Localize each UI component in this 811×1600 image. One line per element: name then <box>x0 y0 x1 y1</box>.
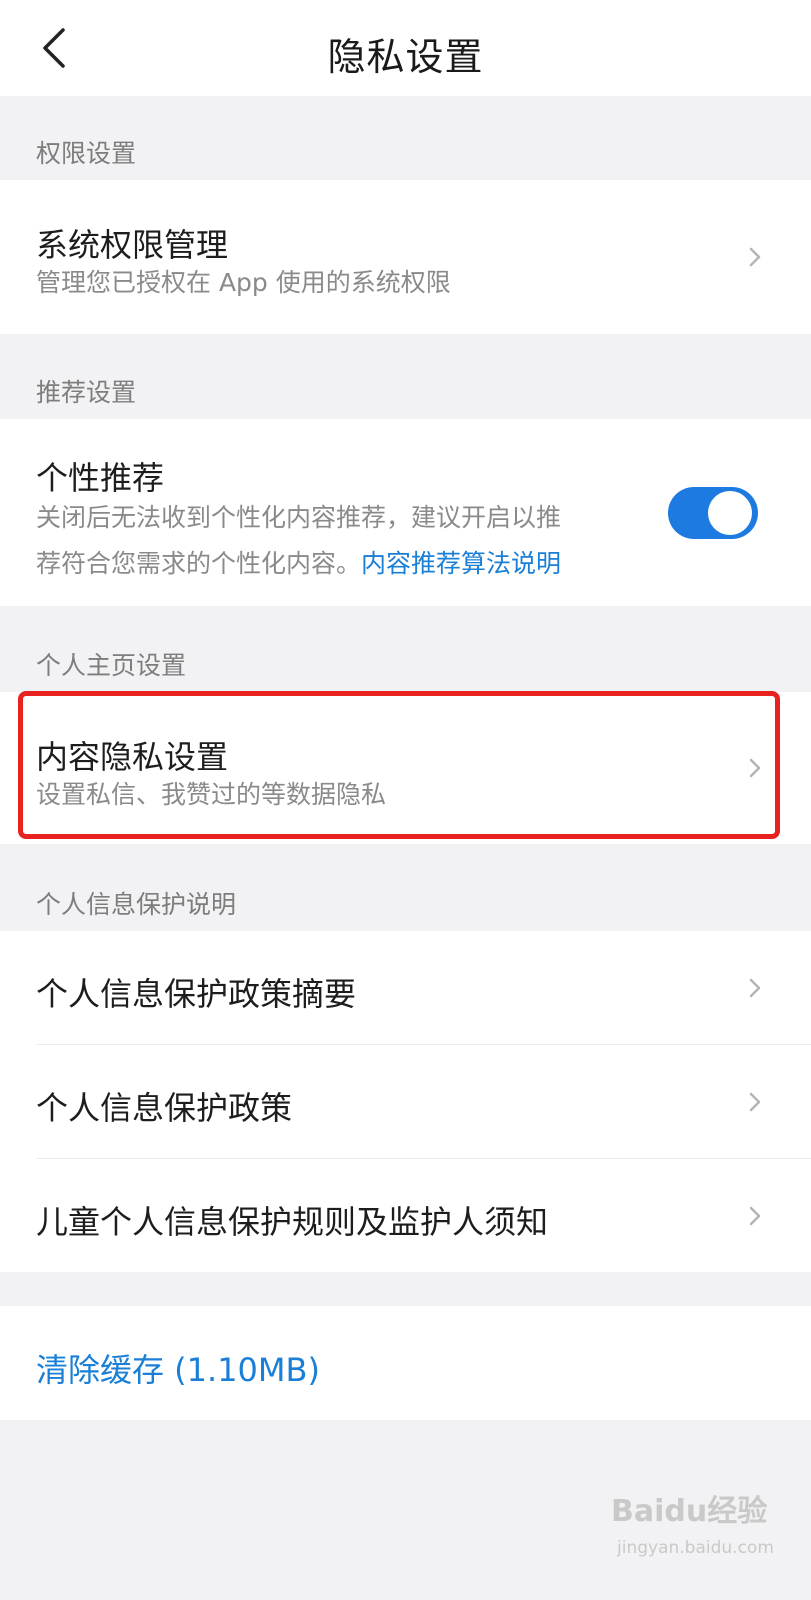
top-bar: 隐私设置 <box>0 0 811 96</box>
baidu-watermark: Baidu经验 jingyan.baidu.com <box>611 1486 791 1582</box>
chevron-right-icon <box>749 978 761 998</box>
section-label-info-protection: 个人信息保护说明 <box>36 890 237 919</box>
section-label-homepage: 个人主页设置 <box>36 651 187 680</box>
highlight-annotation-box <box>18 691 780 839</box>
row-subtitle: 管理您已授权在 App 使用的系统权限 <box>36 268 451 297</box>
toggle-knob <box>708 491 752 535</box>
section-label-permissions: 权限设置 <box>36 139 137 168</box>
personalized-recommendation-desc-line2: 荐符合您需求的个性化内容。内容推荐算法说明 <box>36 541 561 587</box>
chevron-right-icon <box>749 1092 761 1112</box>
personalized-recommendation-toggle[interactable] <box>668 487 758 539</box>
watermark-brand: Baidu经验 <box>611 1494 768 1529</box>
row-title: 儿童个人信息保护规则及监护人须知 <box>36 1203 549 1241</box>
personalized-recommendation-title: 个性推荐 <box>36 459 165 497</box>
privacy-policy-row[interactable]: 个人信息保护政策 <box>0 1045 811 1158</box>
row-title: 个人信息保护政策摘要 <box>36 975 357 1013</box>
page-title: 隐私设置 <box>327 35 484 79</box>
row-title: 个人信息保护政策 <box>36 1089 293 1127</box>
chevron-right-icon <box>749 247 761 267</box>
children-protection-row[interactable]: 儿童个人信息保护规则及监护人须知 <box>0 1159 811 1272</box>
policy-summary-row[interactable]: 个人信息保护政策摘要 <box>0 931 811 1044</box>
clear-cache-button[interactable]: 清除缓存 (1.10MB) <box>36 1345 320 1391</box>
watermark-url: jingyan.baidu.com <box>617 1538 774 1558</box>
card-permissions: 系统权限管理 管理您已授权在 App 使用的系统权限 <box>0 180 811 334</box>
algorithm-explanation-link[interactable]: 内容推荐算法说明 <box>361 549 561 578</box>
chevron-right-icon <box>749 1206 761 1226</box>
card-info-protection: 个人信息保护政策摘要 个人信息保护政策 儿童个人信息保护规则及监护人须知 <box>0 931 811 1272</box>
section-label-recommendation: 推荐设置 <box>36 378 137 407</box>
personalized-recommendation-desc-line1: 关闭后无法收到个性化内容推荐，建议开启以推 <box>36 503 562 532</box>
system-permission-row[interactable]: 系统权限管理 管理您已授权在 App 使用的系统权限 <box>0 180 811 334</box>
desc-text: 荐符合您需求的个性化内容。 <box>36 549 362 578</box>
